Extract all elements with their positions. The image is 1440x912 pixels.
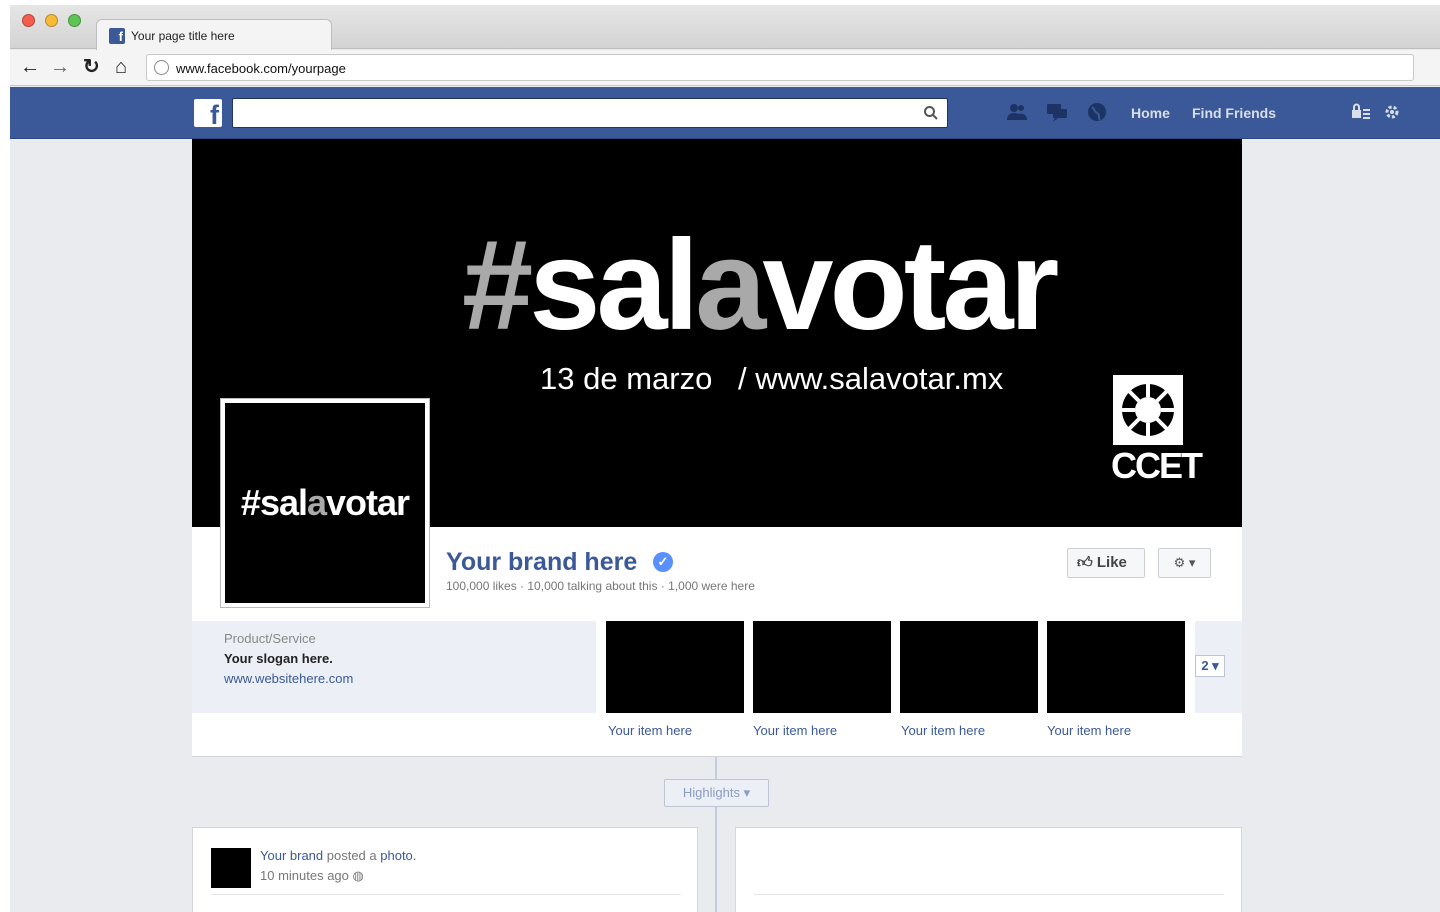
page-category: Product/Service bbox=[224, 631, 316, 646]
forward-arrow-icon[interactable]: → bbox=[50, 56, 70, 78]
page-slogan: Your slogan here. bbox=[224, 651, 333, 666]
reload-icon[interactable]: ↻ bbox=[83, 56, 100, 78]
minimize-window-button[interactable] bbox=[45, 14, 58, 27]
settings-gear-icon[interactable] bbox=[1383, 103, 1401, 121]
post-object-link[interactable]: photo. bbox=[380, 848, 416, 863]
post-author-link[interactable]: Your brand bbox=[260, 848, 323, 863]
browser-navbar: ← → ↻ ⌂ www.facebook.com/yourpage bbox=[10, 50, 1440, 86]
facebook-icon: f bbox=[109, 28, 125, 44]
website-link[interactable]: www.websitehere.com bbox=[224, 671, 353, 686]
item-label[interactable]: Your item here bbox=[1047, 723, 1131, 738]
post-header: Your brand posted a photo. bbox=[260, 848, 417, 863]
post-timestamp[interactable]: 10 minutes ago ◍ bbox=[260, 868, 364, 884]
cover-url: / www.salavotar.mx bbox=[738, 361, 1004, 396]
friend-requests-icon[interactable] bbox=[1006, 102, 1028, 122]
tab-title: Your page title here bbox=[131, 29, 235, 43]
audience-globe-icon[interactable]: ◍ bbox=[353, 868, 364, 883]
messages-icon[interactable] bbox=[1046, 102, 1068, 122]
highlights-dropdown[interactable]: Highlights ▾ bbox=[664, 779, 769, 807]
cover-date: 13 de marzo bbox=[540, 361, 713, 396]
facebook-top-bar: f Home Find Friends bbox=[10, 87, 1440, 139]
privacy-shortcuts-icon[interactable] bbox=[1351, 103, 1371, 121]
browser-titlebar: f Your page title here bbox=[10, 5, 1440, 50]
search-input[interactable] bbox=[232, 98, 948, 128]
globe-icon bbox=[154, 60, 169, 75]
about-section: Product/Service Your slogan here. www.we… bbox=[192, 621, 1242, 757]
item-thumbnail[interactable] bbox=[606, 621, 744, 713]
more-apps-button[interactable]: 2 ▾ bbox=[1195, 655, 1225, 677]
home-icon[interactable]: ⌂ bbox=[115, 56, 127, 78]
about-panel[interactable]: Product/Service Your slogan here. www.we… bbox=[192, 621, 596, 713]
profile-picture-text: #salavotar bbox=[240, 482, 410, 523]
cover-hashtag-title: #salavotar bbox=[462, 214, 1059, 357]
post-card: Your brand posted a photo. 10 minutes ag… bbox=[192, 827, 698, 912]
profile-picture[interactable]: #salavotar bbox=[220, 398, 430, 608]
find-friends-link[interactable]: Find Friends bbox=[1192, 105, 1276, 121]
search-icon[interactable] bbox=[923, 105, 939, 121]
ccet-logo-text: CCET bbox=[1111, 445, 1203, 486]
page-stats: 100,000 likes · 10,000 talking about thi… bbox=[446, 579, 755, 593]
home-link[interactable]: Home bbox=[1131, 105, 1170, 121]
post-divider bbox=[211, 894, 681, 895]
like-button-label: Like bbox=[1096, 554, 1127, 571]
page-settings-button[interactable]: ⚙ ▾ bbox=[1158, 548, 1211, 578]
back-arrow-icon[interactable]: ← bbox=[20, 56, 40, 78]
card-divider bbox=[754, 894, 1224, 895]
item-label[interactable]: Your item here bbox=[901, 723, 985, 738]
item-thumbnail[interactable] bbox=[900, 621, 1038, 713]
verified-check-icon: ✓ bbox=[653, 552, 673, 572]
address-bar[interactable]: www.facebook.com/yourpage bbox=[146, 54, 1414, 81]
thumbs-up-icon: 👍︎ bbox=[1077, 554, 1093, 571]
browser-window: f Your page title here ← → ↻ ⌂ www.faceb… bbox=[10, 5, 1440, 912]
right-column-card bbox=[735, 827, 1242, 912]
item-thumbnail[interactable] bbox=[1047, 621, 1185, 713]
maximize-window-button[interactable] bbox=[68, 14, 81, 27]
page-name[interactable]: Your brand here bbox=[446, 548, 637, 577]
item-thumbnail[interactable] bbox=[753, 621, 891, 713]
item-label[interactable]: Your item here bbox=[608, 723, 692, 738]
ccet-logo-icon bbox=[1113, 375, 1183, 445]
more-apps-panel: 2 ▾ bbox=[1195, 621, 1242, 713]
like-button[interactable]: 👍︎ Like bbox=[1067, 548, 1145, 578]
browser-tab[interactable]: f Your page title here bbox=[96, 19, 332, 50]
facebook-logo[interactable]: f bbox=[194, 99, 222, 127]
post-author-avatar[interactable] bbox=[211, 848, 251, 888]
url-text[interactable]: www.facebook.com/yourpage bbox=[176, 61, 346, 76]
close-window-button[interactable] bbox=[22, 14, 35, 27]
item-label[interactable]: Your item here bbox=[753, 723, 837, 738]
notifications-globe-icon[interactable] bbox=[1086, 102, 1108, 122]
